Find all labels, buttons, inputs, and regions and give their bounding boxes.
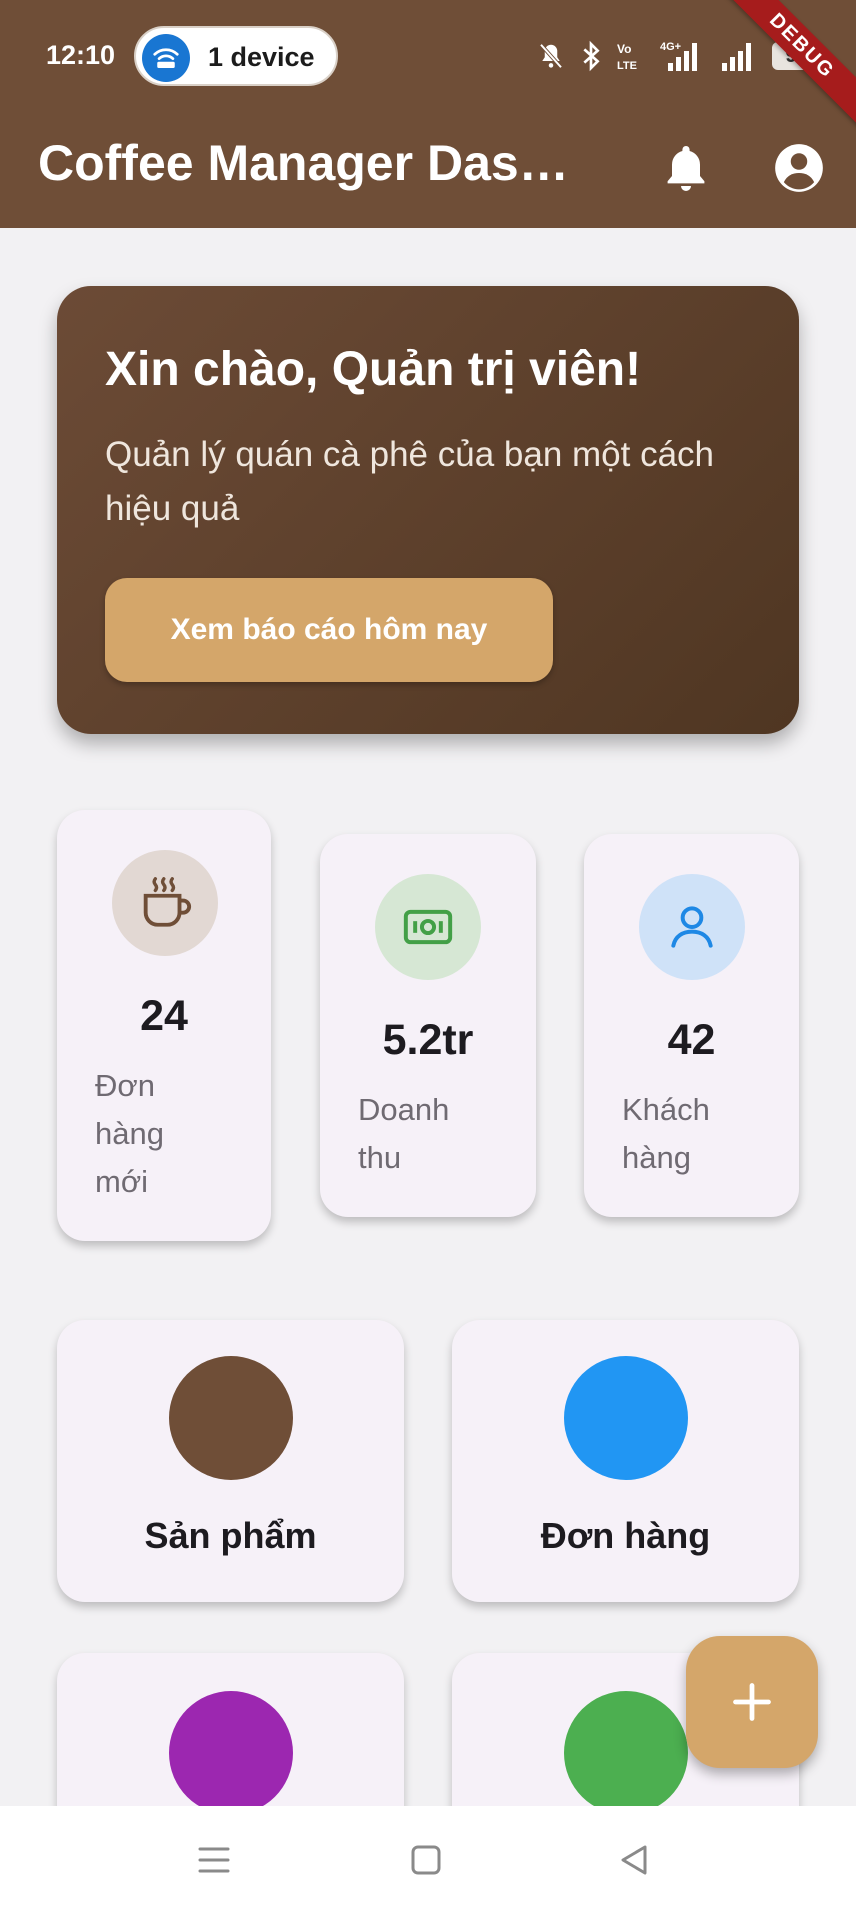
plus-icon bbox=[733, 1683, 771, 1721]
customers-value: 42 bbox=[667, 1016, 716, 1064]
connected-devices-pill[interactable]: 1 device bbox=[134, 26, 338, 86]
status-time: 12:10 bbox=[46, 40, 116, 70]
revenue-label: Doanh thu bbox=[358, 1092, 450, 1175]
svg-text:LTE: LTE bbox=[617, 60, 637, 72]
recents-button[interactable] bbox=[186, 1832, 242, 1888]
menu-card-orders[interactable]: Đơn hàng bbox=[452, 1320, 799, 1602]
device-count-label: 1 device bbox=[208, 42, 315, 72]
add-fab-button[interactable] bbox=[686, 1636, 818, 1768]
bell-icon bbox=[667, 146, 705, 191]
person-icon bbox=[639, 874, 745, 980]
hotspot-icon bbox=[142, 34, 190, 82]
welcome-subtitle: Quản lý quán cà phê của bạn một cách hiệ… bbox=[105, 435, 715, 528]
welcome-card: Xin chào, Quản trị viên! Quản lý quán cà… bbox=[57, 286, 799, 734]
back-button[interactable] bbox=[606, 1832, 662, 1888]
menu-lines-icon bbox=[198, 1847, 230, 1873]
stat-card-revenue[interactable]: 5.2tr Doanh thu bbox=[320, 834, 536, 1217]
square-icon bbox=[411, 1845, 441, 1875]
products-label: Sản phẩm bbox=[144, 1515, 317, 1556]
notifications-button[interactable] bbox=[656, 138, 716, 198]
revenue-value: 5.2tr bbox=[382, 1016, 474, 1064]
orders-icon bbox=[564, 1356, 688, 1480]
account-button[interactable] bbox=[769, 138, 829, 198]
customers-label: Khách hàng bbox=[622, 1092, 710, 1175]
coffee-cup-icon bbox=[112, 850, 218, 956]
new-orders-value: 24 bbox=[140, 992, 188, 1040]
home-button[interactable] bbox=[398, 1832, 454, 1888]
account-circle-icon bbox=[775, 144, 823, 192]
app-bar: Coffee Manager Dashboard bbox=[0, 112, 856, 228]
volte-icon: Vo LTE bbox=[616, 40, 646, 72]
products-icon bbox=[169, 1356, 293, 1480]
menu-third-icon bbox=[169, 1691, 293, 1815]
svg-text:Vo: Vo bbox=[617, 42, 631, 56]
bluetooth-icon bbox=[580, 40, 602, 72]
signal-4g-icon: 4G+ bbox=[660, 39, 706, 73]
menu-card-products[interactable]: Sản phẩm bbox=[57, 1320, 404, 1602]
menu-fourth-icon bbox=[564, 1691, 688, 1815]
welcome-title: Xin chào, Quản trị viên! bbox=[105, 343, 642, 396]
app-title: Coffee Manager Dashboard bbox=[38, 135, 594, 191]
back-triangle-icon bbox=[621, 1845, 647, 1875]
money-icon bbox=[375, 874, 481, 980]
svg-text:4G+: 4G+ bbox=[660, 41, 681, 53]
signal-icon bbox=[720, 39, 758, 73]
orders-label: Đơn hàng bbox=[540, 1515, 711, 1556]
stat-card-customers[interactable]: 42 Khách hàng bbox=[584, 834, 799, 1217]
new-orders-label: Đơn hàng mới bbox=[95, 1068, 164, 1199]
system-navigation-bar bbox=[0, 1806, 856, 1912]
status-bar: 12:10 1 device Vo LTE 4G+ DEBUG bbox=[0, 0, 856, 129]
mute-icon bbox=[536, 41, 566, 71]
stat-card-new-orders[interactable]: 24 Đơn hàng mới bbox=[57, 810, 271, 1241]
view-today-report-button[interactable]: Xem báo cáo hôm nay bbox=[105, 578, 553, 682]
screen: 12:10 1 device Vo LTE 4G+ DEBUG Coffee M… bbox=[0, 0, 856, 1912]
